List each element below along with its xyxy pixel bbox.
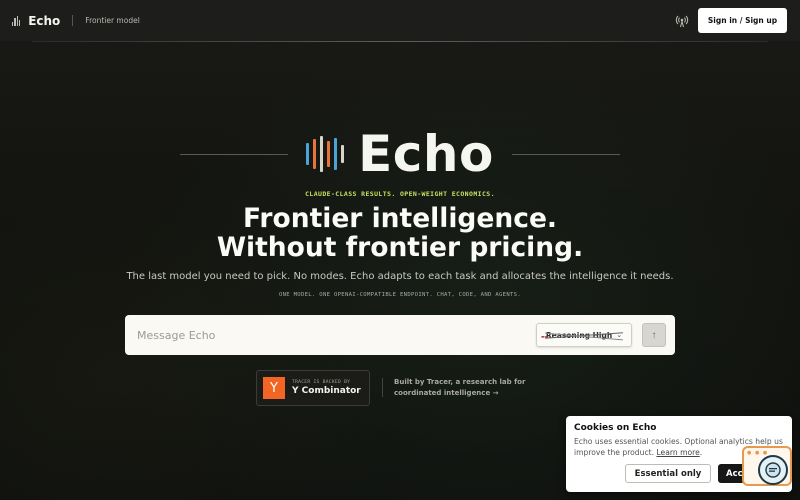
chat-support-icon[interactable] <box>758 455 788 485</box>
built-by-link[interactable]: Built by Tracer, a research lab for coor… <box>394 377 544 399</box>
reasoning-selector[interactable]: ▬▬ Reasoning High ⌄ <box>536 323 632 347</box>
header-divider <box>32 41 768 42</box>
cookie-period: . <box>699 448 703 457</box>
top-nav: Echo Frontier model Sign in / Sign up <box>0 0 800 41</box>
hero-bar-6 <box>341 145 345 163</box>
hero-bar-1 <box>306 143 310 165</box>
hero-bar-5 <box>334 138 338 170</box>
hero-rule-left <box>180 153 289 155</box>
hero-bar-3 <box>320 136 324 172</box>
brand-subtitle: Frontier model <box>85 16 140 25</box>
yc-badge-text: TRACER IS BACKED BY Y Combinator <box>292 380 361 396</box>
header-actions: Sign in / Sign up <box>675 8 787 33</box>
echo-bars-icon <box>306 136 345 172</box>
hero-subtext: The last model you need to pick. No mode… <box>126 271 674 282</box>
signin-button[interactable]: Sign in / Sign up <box>698 8 787 33</box>
hero-caption: ONE MODEL. ONE OPENAI-COMPATIBLE ENDPOIN… <box>278 292 522 298</box>
send-button[interactable]: ↑ <box>642 323 666 347</box>
hero-tagline: CLAUDE-CLASS RESULTS. OPEN-WEIGHT ECONOM… <box>305 190 495 198</box>
hero-rule-right <box>511 153 620 155</box>
hero-bar-4 <box>327 141 331 167</box>
backed-by-label: TRACER IS BACKED BY <box>292 380 351 385</box>
arrow-up-icon: ↑ <box>651 329 657 341</box>
hero-headline: Frontier intelligence. Without frontier … <box>0 204 800 262</box>
cookie-title: Cookies on Echo <box>574 423 657 433</box>
message-composer: ▬▬ Reasoning High ⌄ ↑ <box>125 315 675 355</box>
badge-divider <box>382 378 383 397</box>
headline-line-1: Frontier intelligence. <box>243 203 557 234</box>
yc-badge[interactable]: Y TRACER IS BACKED BY Y Combinator <box>256 370 370 406</box>
brand-name: Echo <box>28 13 61 28</box>
audio-bars-icon <box>12 15 21 26</box>
essential-only-button[interactable]: Essential only <box>625 464 711 483</box>
window-dots-icon: ● ● ● <box>747 450 769 456</box>
hero-wordmark: Echo <box>358 125 494 183</box>
radio-tower-icon[interactable] <box>675 14 689 28</box>
yc-logo-icon: Y <box>263 377 285 399</box>
message-input[interactable] <box>137 328 536 342</box>
hero-logo: Echo <box>0 126 800 182</box>
hero-bar-2 <box>313 139 317 169</box>
brand[interactable]: Echo Frontier model <box>12 14 140 28</box>
headline-line-2: Without frontier pricing. <box>216 232 584 263</box>
backer-name: Y Combinator <box>292 386 361 396</box>
learn-more-link[interactable]: Learn more <box>656 448 699 457</box>
brand-divider <box>72 15 74 26</box>
